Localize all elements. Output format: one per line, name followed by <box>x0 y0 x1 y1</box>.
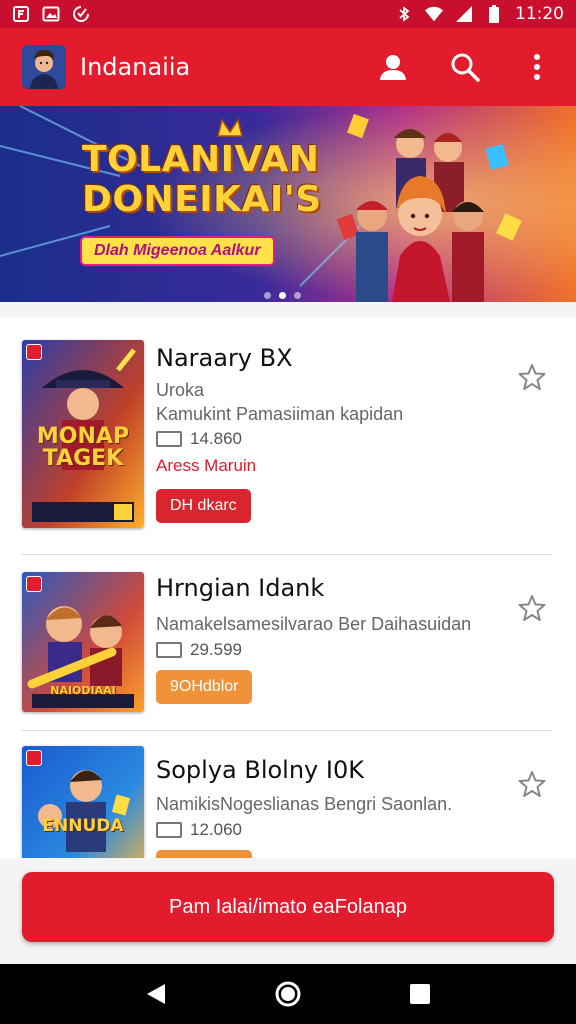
wifi-icon <box>425 5 443 23</box>
app-title: Indanaiia <box>80 53 191 81</box>
status-right: 11:20 <box>395 4 564 24</box>
status-left <box>12 5 90 23</box>
download-count-icon <box>156 822 182 838</box>
item-cover[interactable]: ENNUDA <box>22 746 144 858</box>
app-bar: Indanaiia <box>0 28 576 106</box>
bluetooth-icon <box>395 5 413 23</box>
app-badge-icon <box>26 576 42 592</box>
item-count-value: 12.060 <box>190 820 242 839</box>
cover-title: ENNUDA <box>42 816 124 836</box>
star-icon[interactable] <box>518 770 546 798</box>
item-description: Kamukint Pamasiiman kapidan <box>156 404 404 424</box>
item-title: Soplya Blolny I0K <box>156 756 364 784</box>
item-status: Aress Maruin <box>156 456 257 475</box>
item-description: NamikisNogeslianas Bengri Saonlan. <box>156 794 453 814</box>
promo-banner[interactable]: TOLANIVAN DONEIKAI'S Dlah Migeenoa Aalku… <box>0 106 576 302</box>
home-icon[interactable] <box>273 979 303 1009</box>
item-count: 14.860 <box>156 429 242 449</box>
item-subtitle: Uroka <box>156 380 205 400</box>
more-vert-icon[interactable] <box>520 50 554 84</box>
banner-title-line-2: DONEIKAI'S <box>82 179 322 220</box>
notification-icon <box>12 5 30 23</box>
page-dot-active[interactable] <box>279 292 286 299</box>
download-count-icon <box>156 431 182 447</box>
recents-icon[interactable] <box>405 979 435 1009</box>
star-icon[interactable] <box>518 363 546 391</box>
game-list: MONAP TAGEK Naraary BX Uroka Kamukint Pa… <box>0 318 576 858</box>
banner-tagline: Dlah Migeenoa Aalkur <box>80 236 275 266</box>
primary-cta-button[interactable]: Pam Ialai/imato eaFolanap <box>22 872 554 942</box>
download-count-icon <box>156 642 182 658</box>
profile-icon[interactable] <box>376 50 410 84</box>
system-nav-bar <box>0 964 576 1024</box>
list-item[interactable]: MONAP TAGEK Naraary BX Uroka Kamukint Pa… <box>0 318 576 528</box>
cover-title: MONAP TAGEK <box>36 424 130 471</box>
battery-icon <box>485 5 503 23</box>
item-cover[interactable]: NAIODIAAI <box>22 572 144 712</box>
image-icon <box>42 5 60 23</box>
item-count-value: 14.860 <box>190 429 242 448</box>
sync-icon <box>72 5 90 23</box>
item-count: 12.060 <box>156 820 242 840</box>
item-description: Namakelsamesilvarao Ber Daihasuidan <box>156 614 472 634</box>
item-title: Hrngian Idank <box>156 574 325 602</box>
item-count: 29.599 <box>156 640 242 660</box>
item-action-button[interactable]: 9OHdblor <box>156 670 253 704</box>
app-actions <box>376 50 554 84</box>
avatar[interactable] <box>22 45 66 89</box>
page-dot[interactable] <box>294 292 301 299</box>
item-title: Naraary BX <box>156 344 293 372</box>
cover-title: NAIODIAAI <box>50 684 116 697</box>
banner-page-indicator <box>264 292 301 299</box>
banner-title-line-1: TOLANIVAN <box>82 139 320 180</box>
app-badge-icon <box>26 750 42 766</box>
back-icon[interactable] <box>141 979 171 1009</box>
status-bar: 11:20 <box>0 0 576 28</box>
banner-title: TOLANIVAN DONEIKAI'S <box>82 140 322 220</box>
page-dot[interactable] <box>264 292 271 299</box>
search-icon[interactable] <box>448 50 482 84</box>
list-item[interactable]: ENNUDA Soplya Blolny I0K NamikisNogeslia… <box>0 730 576 858</box>
status-time: 11:20 <box>515 4 564 24</box>
star-icon[interactable] <box>518 594 546 622</box>
signal-icon <box>455 5 473 23</box>
item-cover[interactable]: MONAP TAGEK <box>22 340 144 528</box>
item-action-button[interactable] <box>156 850 252 858</box>
item-action-button[interactable]: DH dkarc <box>156 489 251 523</box>
item-count-value: 29.599 <box>190 640 242 659</box>
app-badge-icon <box>26 344 42 360</box>
list-item[interactable]: NAIODIAAI Hrngian Idank Namakelsamesilva… <box>0 554 576 738</box>
